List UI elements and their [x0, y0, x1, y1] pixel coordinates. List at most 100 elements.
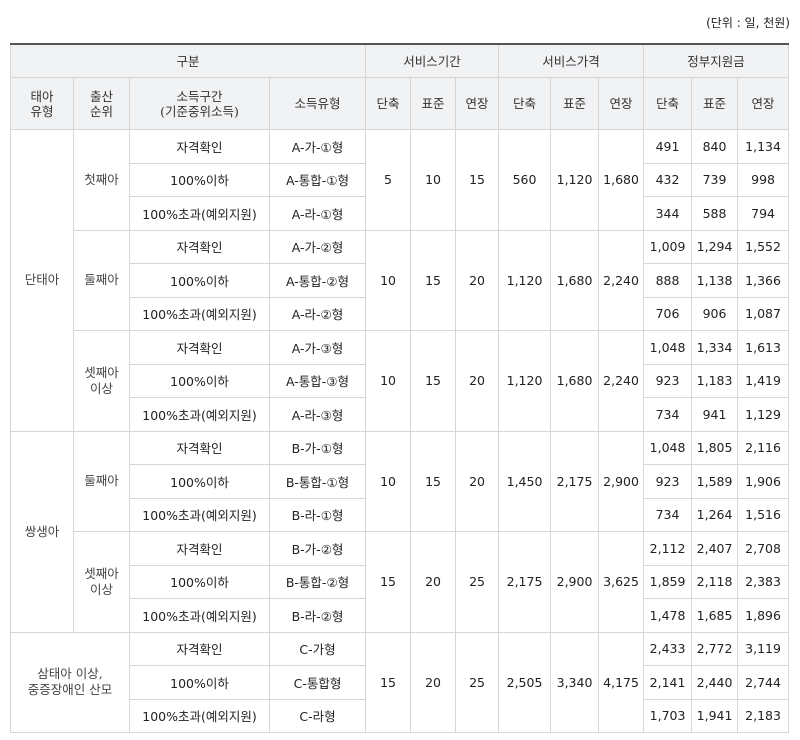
- subsidy-extended-cell: 1,896: [737, 598, 790, 633]
- income-range-cell: 자격확인: [129, 129, 270, 164]
- header-service-price: 서비스가격: [498, 43, 645, 78]
- subsidy-short-cell: 2,141: [643, 665, 693, 700]
- table-body: 단태아 첫째아 자격확인 A-가-①형 5 10 15 560 1,120 1,680 491 840…: [10, 129, 790, 733]
- subsidy-extended-cell: 2,383: [737, 564, 790, 599]
- income-range-cell: 100%초과(예외지원): [129, 698, 270, 733]
- period-standard-cell: 20: [410, 631, 457, 733]
- price-short-cell: 1,120: [498, 330, 552, 432]
- header-price-short: 단축: [498, 77, 552, 130]
- subsidy-short-cell: 734: [643, 397, 693, 432]
- price-extended-cell: 2,240: [598, 330, 645, 432]
- table-row: 셋째아 이상 자격확인 B-가-②형 15 20 25 2,175 2,900 3,625 2,11…: [11, 531, 790, 633]
- period-extended-cell: 25: [455, 531, 500, 633]
- income-range-cell: 자격확인: [129, 229, 270, 264]
- header-row-sub: 태아 유형 출산 순위 소득구간 (기준중위소득) 소득유형 단축 표준 연장 단축 …: [10, 77, 790, 130]
- income-type-cell: A-라-③형: [268, 397, 367, 432]
- income-range-cell: 100%이하: [129, 162, 270, 197]
- period-short-cell: 10: [365, 430, 412, 532]
- price-standard-cell: 1,680: [550, 229, 600, 331]
- income-range-cell: 100%이하: [129, 665, 270, 700]
- subsidy-standard-cell: 1,334: [691, 330, 739, 365]
- income-type-cell: A-통합-③형: [268, 363, 367, 398]
- income-range-cell: 100%초과(예외지원): [129, 497, 270, 532]
- income-range-cell: 100%이하: [129, 464, 270, 499]
- subsidy-standard-cell: 1,138: [691, 263, 739, 298]
- subsidy-extended-cell: 2,744: [737, 665, 790, 700]
- period-short-cell: 10: [365, 330, 412, 432]
- subsidy-extended-cell: 794: [737, 196, 790, 231]
- subsidy-standard-cell: 1,805: [691, 430, 739, 465]
- table-row: 셋째아 이상 자격확인 A-가-③형 10 15 20 1,120 1,680 2,240 1,04…: [11, 330, 790, 432]
- subsidy-extended-cell: 1,552: [737, 229, 790, 264]
- price-standard-cell: 2,175: [550, 430, 600, 532]
- income-type-cell: B-라-②형: [268, 598, 367, 633]
- income-type-cell: A-라-①형: [268, 196, 367, 231]
- header-subsidy-standard: 표준: [691, 77, 739, 130]
- income-type-cell: B-가-②형: [268, 531, 367, 566]
- period-extended-cell: 25: [455, 631, 500, 733]
- subsidy-short-cell: 1,478: [643, 598, 693, 633]
- header-birth-order: 출산 순위: [73, 77, 130, 130]
- period-short-cell: 5: [365, 129, 412, 231]
- subsidy-standard-cell: 2,118: [691, 564, 739, 599]
- subsidy-extended-cell: 1,613: [737, 330, 790, 365]
- subsidy-standard-cell: 1,183: [691, 363, 739, 398]
- header-price-standard: 표준: [550, 77, 600, 130]
- subsidy-short-cell: 1,009: [643, 229, 693, 264]
- table-row: 단태아 첫째아 자격확인 A-가-①형 5 10 15 560 1,120 1,680 491 840…: [10, 129, 790, 432]
- subsidy-extended-cell: 1,087: [737, 296, 790, 331]
- header-fetus-type: 태아 유형: [10, 77, 74, 130]
- subsidy-standard-cell: 1,589: [691, 464, 739, 499]
- birth-order-cell: 셋째아 이상: [73, 330, 130, 432]
- income-range-cell: 100%초과(예외지원): [129, 397, 270, 432]
- subsidy-standard-cell: 2,772: [691, 631, 739, 666]
- price-standard-cell: 1,120: [550, 129, 600, 231]
- unit-label: (단위 : 일, 천원): [706, 16, 790, 30]
- income-type-cell: B-라-①형: [268, 497, 367, 532]
- subsidy-short-cell: 923: [643, 363, 693, 398]
- birth-order-cell: 셋째아 이상: [73, 531, 130, 633]
- subsidy-extended-cell: 1,906: [737, 464, 790, 499]
- price-extended-cell: 2,240: [598, 229, 645, 331]
- subsidy-standard-cell: 1,685: [691, 598, 739, 633]
- price-standard-cell: 1,680: [550, 330, 600, 432]
- income-range-cell: 100%초과(예외지원): [129, 296, 270, 331]
- subsidy-standard-cell: 1,941: [691, 698, 739, 733]
- income-type-cell: A-가-②형: [268, 229, 367, 264]
- header-period-standard: 표준: [410, 77, 457, 130]
- subsidy-standard-cell: 2,440: [691, 665, 739, 700]
- fetus-type-cell: 쌍생아: [10, 430, 74, 633]
- table-row: 삼태아 이상, 중증장애인 산모 자격확인 C-가형 15 20 25 2,505 3,340 4…: [10, 631, 790, 733]
- price-short-cell: 560: [498, 129, 552, 231]
- subsidy-extended-cell: 1,129: [737, 397, 790, 432]
- subsidy-short-cell: 1,859: [643, 564, 693, 599]
- subsidy-short-cell: 2,112: [643, 531, 693, 566]
- income-range-cell: 100%이하: [129, 263, 270, 298]
- period-short-cell: 15: [365, 531, 412, 633]
- subsidy-extended-cell: 1,419: [737, 363, 790, 398]
- subsidy-short-cell: 1,703: [643, 698, 693, 733]
- income-type-cell: B-통합-①형: [268, 464, 367, 499]
- period-extended-cell: 20: [455, 330, 500, 432]
- subsidy-short-cell: 923: [643, 464, 693, 499]
- income-range-cell: 100%이하: [129, 564, 270, 599]
- support-table: 구분 서비스기간 서비스가격 정부지원금 태아 유형 출산 순위 소득구간 (기준중위…: [9, 43, 790, 733]
- subsidy-short-cell: 491: [643, 129, 693, 164]
- income-type-cell: A-가-③형: [268, 330, 367, 365]
- period-standard-cell: 15: [410, 229, 457, 331]
- price-extended-cell: 1,680: [598, 129, 645, 231]
- income-type-cell: A-통합-①형: [268, 162, 367, 197]
- subsidy-extended-cell: 3,119: [737, 631, 790, 666]
- income-type-cell: C-라형: [268, 698, 367, 733]
- header-period-extended: 연장: [455, 77, 500, 130]
- birth-order-cell: 둘째아: [73, 229, 130, 331]
- income-type-cell: B-가-①형: [268, 430, 367, 465]
- header-income-type: 소득유형: [268, 77, 367, 130]
- table-row: 쌍생아 둘째아 자격확인 B-가-①형 10 15 20 1,450 2,175 2,900 1,0…: [10, 430, 790, 633]
- header-subsidy-extended: 연장: [737, 77, 790, 130]
- price-extended-cell: 2,900: [598, 430, 645, 532]
- birth-order-cell: 둘째아: [73, 430, 130, 532]
- period-extended-cell: 15: [455, 129, 500, 231]
- subsidy-standard-cell: 941: [691, 397, 739, 432]
- subsidy-standard-cell: 588: [691, 196, 739, 231]
